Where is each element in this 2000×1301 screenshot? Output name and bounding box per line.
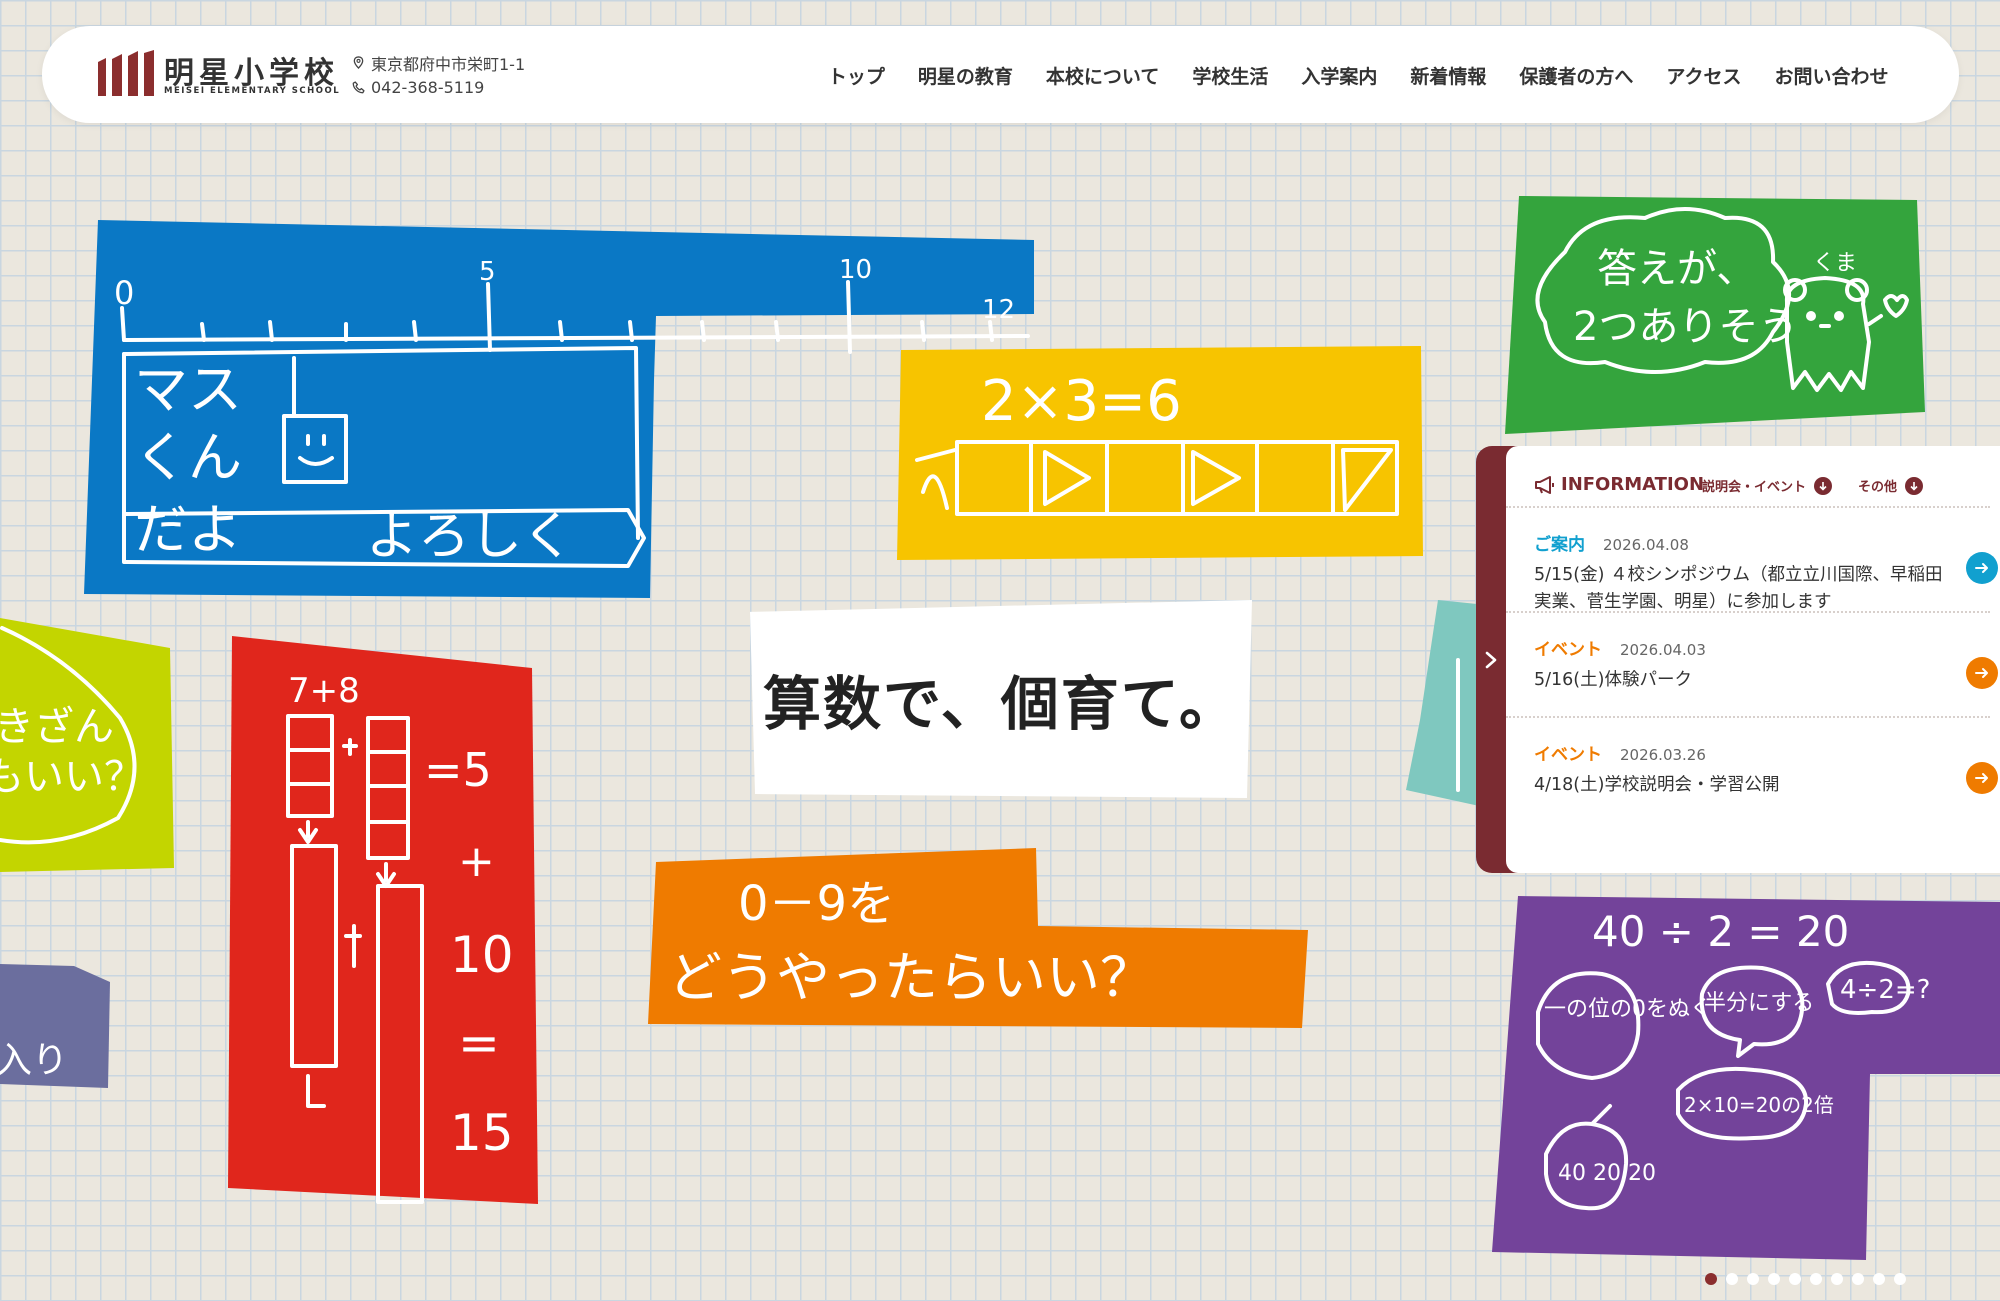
masu-text-line: だよ <box>134 498 242 561</box>
addition-row: 15 <box>450 1104 514 1162</box>
nav-top[interactable]: トップ <box>811 62 901 89</box>
ruler-tick-label: 12 <box>982 295 1015 325</box>
addition-row: + <box>458 836 495 887</box>
pager-dot[interactable] <box>1726 1273 1738 1285</box>
masu-text-line: マス <box>134 358 242 421</box>
nav-education[interactable]: 明星の教育 <box>901 62 1029 89</box>
pager-dot[interactable] <box>1894 1273 1906 1285</box>
phone-icon <box>352 81 365 94</box>
information-list: INFORMATION 説明会・イベント その他 ご案内 2026.04.08 … <box>1506 446 2000 873</box>
location-pin-icon <box>353 56 364 69</box>
ruler-tick-label: 0 <box>114 274 134 312</box>
ruler-tick-label: 5 <box>479 257 496 287</box>
logo-subtitle: MEISEI ELEMENTARY SCHOOL <box>164 86 341 96</box>
news-title: 5/15(金) ４校シンポジウム（都立立川国際、早稲田実業、菅生学園、明星）に参… <box>1534 565 1943 612</box>
news-category: イベント <box>1534 745 1602 765</box>
pager-dot[interactable] <box>1831 1273 1843 1285</box>
news-date: 2026.04.03 <box>1620 641 1706 659</box>
pager-dot[interactable] <box>1705 1273 1717 1285</box>
nav-parents[interactable]: 保護者の方へ <box>1503 62 1650 89</box>
logo-mark-icon <box>98 50 154 96</box>
addition-row: = <box>458 1014 500 1072</box>
left-bubble-card: きざん もいい？ <box>0 618 176 872</box>
arrow-right-icon[interactable] <box>1966 552 1998 584</box>
left-bubble-line: もいい？ <box>0 754 144 800</box>
addition-row: 10 <box>450 926 514 984</box>
masu-text-line: くん <box>134 426 242 489</box>
hero-catchcopy: 算数で、個育て。 <box>750 600 1252 798</box>
division-equation: 40 ÷ 2 = 20 <box>1592 907 1849 956</box>
phone-number[interactable]: 042-368-5119 <box>371 78 484 97</box>
two-answers-line: 2つありそう <box>1573 304 1798 350</box>
arrow-down-icon <box>1814 476 1833 495</box>
global-nav: トップ 明星の教育 本校について 学校生活 入学案内 新着情報 保護者の方へ ア… <box>811 62 1905 89</box>
division-bubble: 半分にする <box>1704 991 1814 1016</box>
division-card: 40 ÷ 2 = 20 一の位の0をぬく 半分にする 4÷2=? 2×10=20… <box>1492 894 2000 1260</box>
question-top: 0－9を <box>738 876 895 932</box>
bear-label: くま <box>1813 251 1857 276</box>
division-bubble: 一の位の0をぬく <box>1544 997 1712 1022</box>
pager-dot[interactable] <box>1810 1273 1822 1285</box>
info-panel-toggle[interactable] <box>1476 446 1506 873</box>
contact-info: 東京都府中市栄町1-1 042-368-5119 <box>352 50 525 100</box>
ruler-tick-label: 10 <box>839 255 872 285</box>
arrow-right-icon[interactable] <box>1966 762 1998 794</box>
news-item[interactable]: イベント 2026.04.03 5/16(土)体験パーク <box>1506 613 1998 718</box>
left-bottom-card: 入り <box>0 964 112 1090</box>
information-title-text: INFORMATION <box>1561 474 1705 495</box>
pager-dot[interactable] <box>1873 1273 1885 1285</box>
chevron-right-icon <box>1485 651 1497 668</box>
nav-school-life[interactable]: 学校生活 <box>1176 62 1285 89</box>
news-date: 2026.04.08 <box>1603 536 1689 554</box>
address-text: 東京都府中市栄町1-1 <box>371 54 526 74</box>
school-logo[interactable]: 明星小学校 MEISEI ELEMENTARY SCHOOL <box>96 46 339 102</box>
two-answers-line: 答えが、 <box>1597 246 1756 292</box>
nav-admission[interactable]: 入学案内 <box>1285 62 1394 89</box>
filter-other-button[interactable]: その他 <box>1858 476 1924 495</box>
left-bottom-text: 入り <box>0 1040 68 1081</box>
filter-other-label: その他 <box>1858 480 1898 495</box>
pager-dot[interactable] <box>1789 1273 1801 1285</box>
masu-greeting: よろしく <box>366 507 574 567</box>
ruler-card: 0 5 10 12 マス くん だよ よろしく <box>84 218 1036 600</box>
pager-dot[interactable] <box>1747 1273 1759 1285</box>
question-card: 0－9を どうやったらいい？ <box>648 846 1310 1030</box>
nav-access[interactable]: アクセス <box>1650 62 1758 89</box>
filter-events-label: 説明会・イベント <box>1702 480 1807 495</box>
multiplication-equation: 2×3=6 <box>981 369 1182 434</box>
information-header: INFORMATION 説明会・イベント その他 <box>1506 468 1990 508</box>
arrow-right-icon[interactable] <box>1966 657 1998 689</box>
news-category: ご案内 <box>1534 535 1585 555</box>
addition-top: 7+8 <box>288 671 360 711</box>
multiplication-card: 2×3=6 <box>895 342 1425 562</box>
news-date: 2026.03.26 <box>1620 746 1706 764</box>
news-item[interactable]: イベント 2026.03.26 4/18(土)学校説明会・学習公開 <box>1506 718 1998 823</box>
addition-row: =5 <box>424 743 492 797</box>
arrow-down-icon <box>1905 476 1924 495</box>
pager-dot[interactable] <box>1852 1273 1864 1285</box>
left-bubble-line: きざん <box>0 704 114 750</box>
catchcopy-text: 算数で、個育て。 <box>763 670 1239 738</box>
division-bubble: 2×10=20の2倍 <box>1684 1093 1834 1117</box>
addition-card: 7+8 =5 + 10 = 15 <box>228 636 540 1206</box>
site-header: 明星小学校 MEISEI ELEMENTARY SCHOOL 東京都府中市栄町1… <box>42 26 1959 123</box>
pager-dot[interactable] <box>1768 1273 1780 1285</box>
nav-news[interactable]: 新着情報 <box>1394 62 1503 89</box>
news-title: 4/18(土)学校説明会・学習公開 <box>1534 775 1780 795</box>
news-title: 5/16(土)体験パーク <box>1534 670 1692 690</box>
information-panel: INFORMATION 説明会・イベント その他 ご案内 2026.04.08 … <box>1476 446 2000 873</box>
division-bubble: 4÷2=? <box>1840 975 1930 1005</box>
nav-contact[interactable]: お問い合わせ <box>1758 62 1905 89</box>
information-title: INFORMATION <box>1534 474 1704 495</box>
news-item[interactable]: ご案内 2026.04.08 5/15(金) ４校シンポジウム（都立立川国際、早… <box>1506 508 1998 613</box>
news-category: イベント <box>1534 640 1602 660</box>
filter-events-button[interactable]: 説明会・イベント <box>1702 476 1833 495</box>
megaphone-icon <box>1535 475 1554 494</box>
two-answers-card: 答えが、 2つありそう くま <box>1505 192 1927 436</box>
slide-pager <box>1705 1273 1906 1285</box>
division-bubble: 40 20 20 <box>1558 1161 1656 1186</box>
question-bottom: どうやったらいい？ <box>668 946 1154 1009</box>
nav-about[interactable]: 本校について <box>1029 62 1175 89</box>
